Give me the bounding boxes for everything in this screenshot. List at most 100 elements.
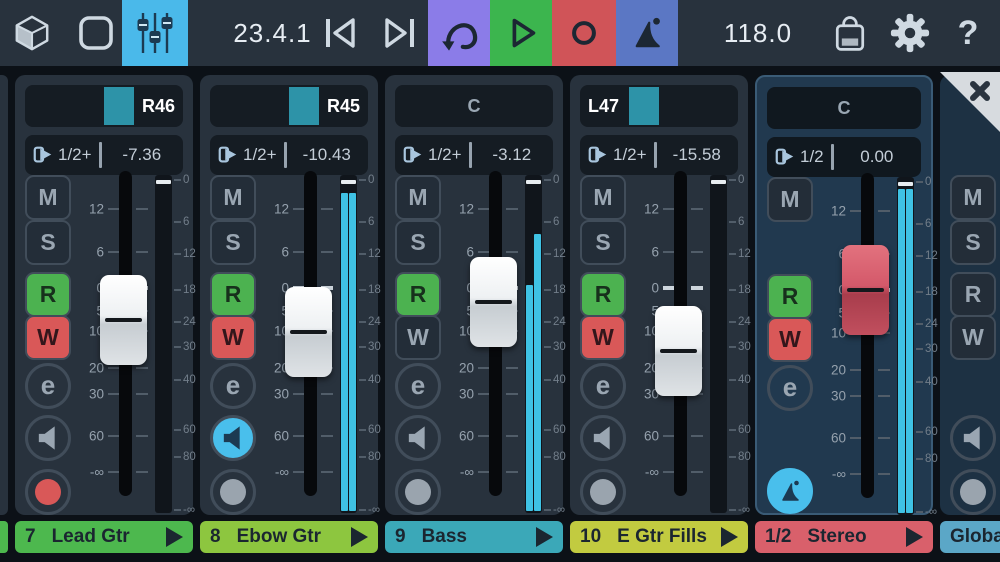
edit-channel-button[interactable]: e [210,363,256,409]
output-volume-display[interactable]: 1/2+ -15.58 [580,135,738,175]
monitor-button[interactable] [210,415,256,461]
edit-channel-button[interactable]: e [767,365,813,411]
cycle-button[interactable] [428,0,490,66]
solo-button[interactable]: S [25,220,71,265]
monitor-button[interactable] [950,415,996,461]
read-button[interactable]: R [950,272,996,317]
volume-value: -7.36 [108,145,176,165]
record-arm-button[interactable] [210,469,256,515]
pan-display[interactable]: L47 [580,85,738,127]
record-arm-button[interactable] [25,469,71,515]
solo-button[interactable]: S [580,220,626,265]
level-meter: 0612182430406080-∞ [710,175,748,513]
track-label[interactable]: 1/2 Stereo [755,521,933,553]
mute-button[interactable]: M [950,175,996,220]
track-label[interactable]: 10 E Gtr Fills [570,521,748,553]
read-button[interactable]: R [25,272,71,317]
write-button[interactable]: W [210,315,256,360]
output-volume-display[interactable]: 1/2+ -10.43 [210,135,368,175]
fader-cap[interactable] [470,257,517,347]
media-rack-button[interactable] [12,0,52,66]
meter-slot [710,175,727,513]
read-button[interactable]: R [395,272,441,317]
fader-cap-line [475,300,512,304]
track-number: 9 [395,526,406,548]
track-label[interactable]: 7 Lead Gtr [15,521,193,553]
close-icon[interactable] [969,80,991,102]
mixer-button[interactable] [122,0,188,66]
output-bus-label: 1/2+ [613,145,647,165]
output-volume-display[interactable]: 1/2 0.00 [767,137,921,177]
mute-button[interactable]: M [767,177,813,222]
expand-arrow-icon [166,527,183,547]
record-arm-button[interactable] [950,469,996,515]
write-button[interactable]: W [767,317,813,362]
output-bus-label: 1/2 [800,147,824,167]
mute-button[interactable]: M [395,175,441,220]
write-button[interactable]: W [950,315,996,360]
record-arm-button[interactable] [580,469,626,515]
track-label[interactable]: Global [940,521,1000,553]
fader-cap[interactable] [842,245,889,335]
channel-strip: C 1/2 0.00 M R W e [755,75,933,562]
partial-track-label[interactable] [0,521,8,553]
meter-slot [897,177,914,515]
track-label[interactable]: 8 Ebow Gtr [200,521,378,553]
track-name: Lead Gtr [52,526,166,548]
logo-button[interactable] [767,468,813,514]
solo-button[interactable]: S [395,220,441,265]
fader-cap[interactable] [100,275,147,365]
expand-arrow-icon [906,527,923,547]
pan-display[interactable]: R45 [210,85,368,127]
meter-bar-left [341,193,348,511]
pan-value: R45 [210,85,368,127]
expand-arrow-icon [351,527,368,547]
read-button[interactable]: R [767,274,813,319]
edit-channel-button[interactable]: e [395,363,441,409]
forward-button[interactable] [380,0,420,66]
write-button[interactable]: W [580,315,626,360]
app-logo-button[interactable] [616,0,678,66]
tempo-display[interactable]: 118.0 [708,18,808,49]
fader-track[interactable] [861,173,874,498]
record-arm-icon [35,479,61,505]
level-meter: 0612182430406080-∞ [155,175,193,513]
record-arm-button[interactable] [395,469,441,515]
mute-button[interactable]: M [210,175,256,220]
arranger-button[interactable] [75,0,117,66]
mute-button[interactable]: M [25,175,71,220]
steinberg-logo-icon [775,476,805,506]
read-button[interactable]: R [210,272,256,317]
track-name: E Gtr Fills [617,526,721,548]
shop-button[interactable] [828,0,872,66]
display-divider [469,142,472,168]
pan-display[interactable]: C [395,85,553,127]
fader-cap-line [660,349,697,353]
output-volume-display[interactable]: 1/2+ -7.36 [25,135,183,175]
help-button[interactable]: ? [948,0,988,66]
mute-button[interactable]: M [580,175,626,220]
pan-display[interactable]: R46 [25,85,183,127]
settings-button[interactable] [888,0,932,66]
monitor-button[interactable] [580,415,626,461]
read-button[interactable]: R [580,272,626,317]
edit-channel-button[interactable]: e [25,363,71,409]
fader-cap[interactable] [285,287,332,377]
time-position-display[interactable]: 23.4.1 [225,18,320,49]
next-icon [382,17,418,49]
partial-channel-strip[interactable] [0,75,8,515]
edit-channel-button[interactable]: e [580,363,626,409]
record-button[interactable] [552,0,616,66]
track-label[interactable]: 9 Bass [385,521,563,553]
monitor-button[interactable] [395,415,441,461]
pan-display[interactable]: C [767,87,921,129]
solo-button[interactable]: S [210,220,256,265]
play-button[interactable] [490,0,552,66]
write-button[interactable]: W [395,315,441,360]
fader-cap[interactable] [655,306,702,396]
rewind-button[interactable] [320,0,360,66]
monitor-button[interactable] [25,415,71,461]
solo-button[interactable]: S [950,220,996,265]
write-button[interactable]: W [25,315,71,360]
output-volume-display[interactable]: 1/2+ -3.12 [395,135,553,175]
